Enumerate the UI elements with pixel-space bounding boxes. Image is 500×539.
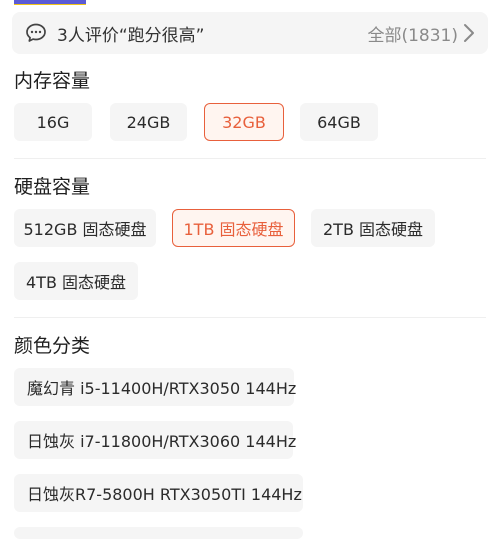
review-summary-bar[interactable]: 3人评价“跑分很高” 全部(1831) xyxy=(12,12,488,54)
storage-option-512gb[interactable]: 512GB 固态硬盘 xyxy=(14,209,156,247)
color-section-title: 颜色分类 xyxy=(14,335,91,357)
storage-section-title: 硬盘容量 xyxy=(14,176,91,198)
color-option-mohuanqing[interactable]: 魔幻青 i5-11400H/RTX3050 144Hz xyxy=(14,368,296,406)
all-reviews-link[interactable]: 全部(1831) xyxy=(367,21,458,46)
section-divider xyxy=(14,317,486,318)
memory-option-64gb[interactable]: 64GB xyxy=(300,103,378,141)
memory-option-24gb[interactable]: 24GB xyxy=(110,103,187,141)
color-option-rishihui-i7[interactable]: 日蚀灰 i7-11800H/RTX3060 144Hz xyxy=(14,421,296,459)
color-option-partial[interactable] xyxy=(14,527,303,539)
chat-bubble-icon xyxy=(24,21,48,45)
top-banner-strip xyxy=(14,0,86,5)
storage-option-1tb-selected[interactable]: 1TB 固态硬盘 xyxy=(172,209,295,247)
color-option-rishihui-r7[interactable]: 日蚀灰R7-5800H RTX3050TI 144Hz xyxy=(14,474,303,512)
memory-section-title: 内存容量 xyxy=(14,70,91,92)
storage-option-4tb[interactable]: 4TB 固态硬盘 xyxy=(14,262,138,300)
review-highlight-text: 3人评价“跑分很高” xyxy=(57,25,205,46)
chevron-right-icon[interactable] xyxy=(462,21,476,45)
memory-option-16g[interactable]: 16G xyxy=(14,103,92,141)
memory-option-32gb-selected[interactable]: 32GB xyxy=(204,103,284,141)
storage-option-2tb[interactable]: 2TB 固态硬盘 xyxy=(311,209,435,247)
section-divider xyxy=(14,158,486,159)
